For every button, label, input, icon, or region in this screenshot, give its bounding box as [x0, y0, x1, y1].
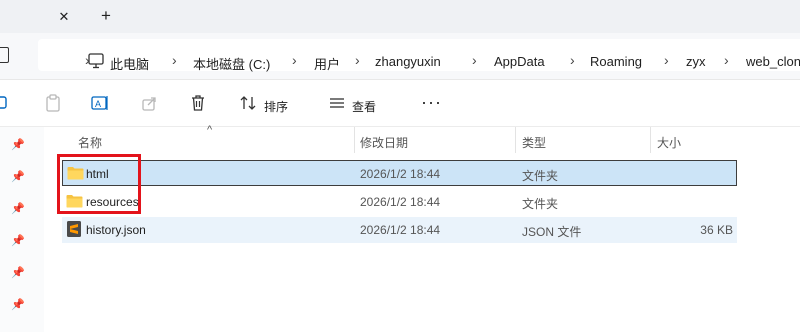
view-icon — [330, 98, 344, 108]
pin-icon[interactable]: 📌 — [11, 170, 25, 183]
chevron-right-icon: › — [472, 52, 477, 68]
pin-icon[interactable]: 📌 — [11, 266, 25, 279]
column-header-type[interactable]: 类型 — [522, 134, 546, 151]
chevron-right-icon: › — [724, 52, 729, 68]
file-type: 文件夹 — [522, 197, 559, 211]
pin-icon[interactable]: 📌 — [11, 234, 25, 247]
file-name: html — [86, 167, 109, 181]
file-name: resources — [86, 195, 139, 209]
column-header-size[interactable]: 大小 — [657, 134, 681, 151]
rename-icon[interactable]: A — [90, 93, 110, 113]
pin-icon[interactable]: 📌 — [11, 202, 25, 215]
breadcrumb-item[interactable]: web_clon — [746, 54, 800, 69]
chevron-right-icon: › — [292, 52, 297, 68]
file-type: 文件夹 — [522, 169, 559, 183]
close-icon: ✕ — [58, 9, 70, 24]
file-size: 36 KB — [700, 223, 733, 237]
address-row: › 此电脑 › 本地磁盘 (C:) › 用户 › zhangyuxin › Ap… — [0, 33, 800, 80]
paste-icon[interactable] — [43, 93, 63, 113]
share-icon[interactable] — [140, 93, 160, 113]
sort-label: 排序 — [264, 100, 289, 114]
breadcrumb-item[interactable]: zhangyuxin — [375, 54, 441, 69]
breadcrumb-item[interactable]: 此电脑 — [110, 54, 149, 73]
pin-icon[interactable]: 📌 — [11, 298, 25, 311]
close-tab-button[interactable]: ✕ — [54, 7, 74, 27]
column-header-modified[interactable]: 修改日期 — [360, 134, 408, 151]
file-row[interactable]: html 2026/1/2 18:44 文件夹 — [62, 160, 737, 186]
pin-icon[interactable]: 📌 — [11, 138, 25, 151]
breadcrumb-item[interactable]: zyx — [686, 54, 706, 69]
breadcrumb-item[interactable]: AppData — [494, 54, 545, 69]
new-item-icon[interactable] — [0, 93, 12, 113]
folder-icon — [66, 195, 83, 208]
file-modified: 2026/1/2 18:44 — [360, 195, 441, 209]
chevron-right-icon: › — [664, 52, 669, 68]
breadcrumb-item[interactable]: 用户 — [314, 54, 340, 73]
sublime-file-icon — [67, 221, 81, 237]
file-type: JSON 文件 — [522, 225, 582, 239]
chevron-right-icon: › — [85, 52, 90, 68]
more-options-button[interactable]: ··· — [421, 92, 442, 113]
navigation-pane: 📌 📌 📌 📌 📌 📌 — [0, 127, 44, 332]
column-divider[interactable] — [354, 127, 355, 153]
tab-strip: ✕ + — [0, 0, 800, 33]
file-modified: 2026/1/2 18:44 — [360, 167, 441, 181]
svg-text:A: A — [95, 99, 101, 109]
folder-icon — [67, 167, 84, 180]
new-tab-button[interactable]: + — [95, 6, 117, 26]
chevron-right-icon: › — [172, 52, 177, 68]
chevron-right-icon: › — [355, 52, 360, 68]
column-divider[interactable] — [515, 127, 516, 153]
command-bar: A 排序 查看 ··· — [0, 80, 800, 127]
file-row[interactable]: resources 2026/1/2 18:44 文件夹 — [62, 189, 737, 215]
file-modified: 2026/1/2 18:44 — [360, 223, 441, 237]
file-name: history.json — [86, 223, 146, 237]
plus-icon: + — [101, 6, 111, 25]
breadcrumb-item[interactable]: Roaming — [590, 54, 642, 69]
sort-icon — [240, 96, 256, 110]
delete-icon[interactable] — [188, 93, 208, 113]
chevron-right-icon: › — [570, 52, 575, 68]
address-bar[interactable]: › 此电脑 › 本地磁盘 (C:) › 用户 › zhangyuxin › Ap… — [38, 39, 800, 73]
back-nav-icon[interactable] — [0, 47, 9, 63]
column-divider[interactable] — [650, 127, 651, 153]
file-row[interactable]: history.json 2026/1/2 18:44 JSON 文件 36 K… — [62, 217, 737, 243]
sort-ascending-icon: ^ — [207, 124, 213, 136]
view-label: 查看 — [352, 100, 377, 114]
breadcrumb-item[interactable]: 本地磁盘 (C:) — [193, 54, 270, 73]
column-header-name[interactable]: 名称 — [78, 134, 102, 151]
